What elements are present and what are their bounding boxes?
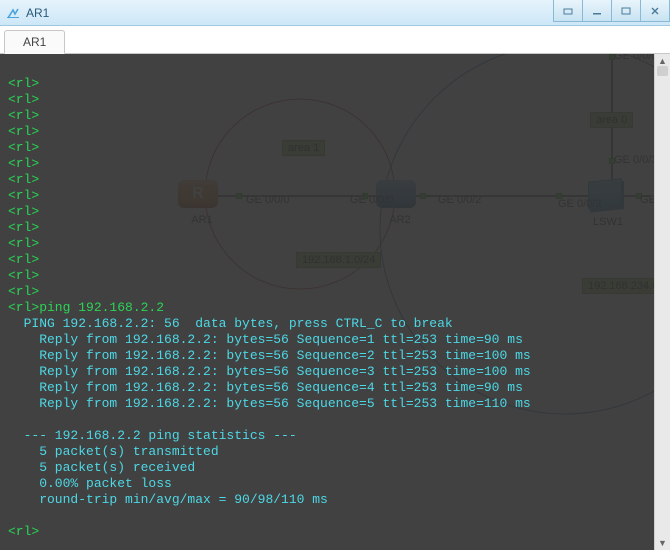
titlebar[interactable]: AR1 bbox=[0, 0, 670, 26]
prompt: <rl> bbox=[8, 284, 39, 299]
ping-header: PING 192.168.2.2: 56 data bytes, press C… bbox=[8, 316, 453, 331]
ping-reply: Reply from 192.168.2.2: bytes=56 Sequenc… bbox=[8, 396, 531, 411]
ping-stat: round-trip min/avg/max = 90/98/110 ms bbox=[8, 492, 328, 507]
prompt: <rl> bbox=[8, 236, 39, 251]
ping-reply: Reply from 192.168.2.2: bytes=56 Sequenc… bbox=[8, 364, 531, 379]
prompt: <rl> bbox=[8, 188, 39, 203]
prompt: <rl> bbox=[8, 76, 39, 91]
tab-label: AR1 bbox=[23, 35, 46, 49]
prompt: <rl> bbox=[8, 108, 39, 123]
ping-stat: 5 packet(s) received bbox=[8, 460, 195, 475]
ping-stat: 0.00% packet loss bbox=[8, 476, 172, 491]
close-button[interactable] bbox=[640, 0, 670, 22]
app-icon bbox=[6, 6, 20, 20]
prompt: <rl> bbox=[8, 220, 39, 235]
prompt: <rl> bbox=[8, 124, 39, 139]
ping-stats-header: --- 192.168.2.2 ping statistics --- bbox=[8, 428, 297, 443]
ping-reply: Reply from 192.168.2.2: bytes=56 Sequenc… bbox=[8, 348, 531, 363]
ping-reply: Reply from 192.168.2.2: bytes=56 Sequenc… bbox=[8, 380, 523, 395]
prompt: <rl> bbox=[8, 92, 39, 107]
prompt: <rl> bbox=[8, 156, 39, 171]
vertical-scrollbar[interactable]: ▲ ▼ bbox=[654, 54, 670, 550]
minimize-button[interactable] bbox=[582, 0, 612, 22]
scroll-thumb[interactable] bbox=[657, 66, 668, 76]
prompt: <rl> bbox=[8, 140, 39, 155]
cmd-line: <rl>ping 192.168.2.2 bbox=[8, 300, 164, 315]
scroll-down-arrow[interactable]: ▼ bbox=[655, 536, 670, 550]
window-title: AR1 bbox=[26, 6, 49, 20]
prompt: <rl> bbox=[8, 172, 39, 187]
app-window: AR1 AR1 bbox=[0, 0, 670, 550]
terminal[interactable]: <rl> <rl> <rl> <rl> <rl> <rl> <rl> <rl> … bbox=[0, 54, 670, 550]
window-controls bbox=[554, 0, 670, 22]
prompt: <rl> bbox=[8, 268, 39, 283]
ping-reply: Reply from 192.168.2.2: bytes=56 Sequenc… bbox=[8, 332, 523, 347]
ping-stat: 5 packet(s) transmitted bbox=[8, 444, 219, 459]
window-extra-button[interactable] bbox=[553, 0, 583, 22]
maximize-button[interactable] bbox=[611, 0, 641, 22]
prompt: <rl> bbox=[8, 204, 39, 219]
prompt: <rl> bbox=[8, 252, 39, 267]
tab-bar: AR1 bbox=[0, 26, 670, 54]
prompt: <rl> bbox=[8, 524, 39, 539]
tab-ar1[interactable]: AR1 bbox=[4, 30, 65, 54]
